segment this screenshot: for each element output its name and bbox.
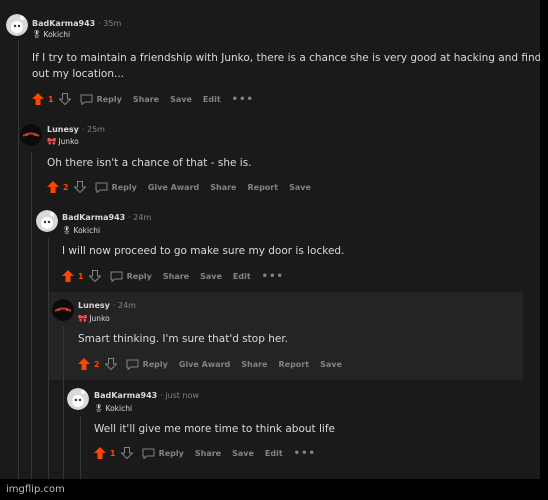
username[interactable]: BadKarma943 xyxy=(94,391,157,400)
user-flair: Junko xyxy=(89,314,110,323)
timestamp[interactable]: · just now xyxy=(160,391,199,400)
avatar[interactable] xyxy=(67,388,89,410)
more-options-icon[interactable]: ••• xyxy=(232,94,254,105)
reply-button[interactable]: Reply xyxy=(142,448,184,459)
comment-bubble-icon xyxy=(126,359,139,370)
vote-count: 1 xyxy=(48,94,54,104)
share-button[interactable]: Share xyxy=(241,360,267,369)
comment-bubble-icon xyxy=(110,271,123,282)
report-button[interactable]: Report xyxy=(247,183,278,192)
flair-icon: 🎀 xyxy=(47,137,57,146)
downvote-arrow-icon[interactable] xyxy=(73,181,86,193)
timestamp[interactable]: · 24m xyxy=(128,213,151,222)
downvote-arrow-icon[interactable] xyxy=(58,93,71,105)
thread-line xyxy=(63,326,64,479)
flair-icon: 🎀 xyxy=(78,314,88,323)
username[interactable]: BadKarma943 xyxy=(32,19,95,28)
avatar[interactable] xyxy=(36,210,58,232)
user-flair: Kokichi xyxy=(43,30,71,39)
share-button[interactable]: Share xyxy=(195,449,221,458)
user-flair: Kokichi xyxy=(105,404,133,413)
user-flair: Kokichi xyxy=(73,226,101,235)
thread-line xyxy=(80,416,81,479)
flair-icon: 🎖 xyxy=(32,30,42,39)
username[interactable]: BadKarma943 xyxy=(62,213,125,222)
reply-button[interactable]: Reply xyxy=(95,182,137,193)
upvote-arrow-icon[interactable] xyxy=(32,93,44,105)
save-button[interactable]: Save xyxy=(200,272,222,281)
edit-button[interactable]: Edit xyxy=(203,95,221,104)
vote-count: 2 xyxy=(63,182,69,192)
comment-text-line: If I try to maintain a friendship with J… xyxy=(32,52,540,64)
save-button[interactable]: Save xyxy=(320,360,342,369)
upvote-arrow-icon[interactable] xyxy=(62,270,74,282)
downvote-arrow-icon[interactable] xyxy=(120,447,133,459)
edit-button[interactable]: Edit xyxy=(233,272,251,281)
flair-icon: 🎖 xyxy=(94,404,104,413)
save-button[interactable]: Save xyxy=(232,449,254,458)
thread-line xyxy=(18,40,19,479)
more-options-icon[interactable]: ••• xyxy=(262,271,284,282)
flair-icon: 🎖 xyxy=(62,226,72,235)
comment-text-line: Oh there isn't a chance of that - she is… xyxy=(47,157,252,169)
reply-button[interactable]: Reply xyxy=(80,94,122,105)
more-options-icon[interactable]: ••• xyxy=(294,448,316,459)
comment-text-line: out my location... xyxy=(32,68,124,80)
comment-text-line: Smart thinking. I'm sure that'd stop her… xyxy=(78,333,289,345)
downvote-arrow-icon[interactable] xyxy=(88,270,101,282)
vote-count: 1 xyxy=(110,448,116,458)
comment-text-line: Well it'll give me more time to think ab… xyxy=(94,423,335,435)
share-button[interactable]: Share xyxy=(163,272,189,281)
watermark: imgflip.com xyxy=(6,484,65,495)
downvote-arrow-icon[interactable] xyxy=(104,358,117,370)
username[interactable]: Lunesy xyxy=(78,301,110,310)
upvote-arrow-icon[interactable] xyxy=(94,447,106,459)
avatar[interactable] xyxy=(6,14,28,36)
timestamp[interactable]: · 35m xyxy=(98,19,121,28)
comment-text-line: I will now proceed to go make sure my do… xyxy=(62,245,345,257)
comment-thread-panel: BadKarma943 · 35m 🎖 Kokichi If I try to ma… xyxy=(0,0,540,479)
save-button[interactable]: Save xyxy=(170,95,192,104)
report-button[interactable]: Report xyxy=(278,360,309,369)
thread-line xyxy=(31,152,32,479)
avatar[interactable] xyxy=(20,124,42,146)
thread-line xyxy=(48,238,49,479)
upvote-arrow-icon[interactable] xyxy=(78,358,90,370)
share-button[interactable]: Share xyxy=(133,95,159,104)
username[interactable]: Lunesy xyxy=(47,125,79,134)
save-button[interactable]: Save xyxy=(289,183,311,192)
user-flair: Junko xyxy=(58,137,79,146)
vote-count: 1 xyxy=(78,271,84,281)
vote-count: 2 xyxy=(94,359,100,369)
comment-bubble-icon xyxy=(142,448,155,459)
reply-button[interactable]: Reply xyxy=(126,359,168,370)
timestamp[interactable]: · 25m xyxy=(82,125,105,134)
reply-button[interactable]: Reply xyxy=(110,271,152,282)
timestamp[interactable]: · 24m xyxy=(113,301,136,310)
avatar[interactable] xyxy=(52,299,74,321)
upvote-arrow-icon[interactable] xyxy=(47,181,59,193)
share-button[interactable]: Share xyxy=(210,183,236,192)
give-award-button[interactable]: Give Award xyxy=(148,183,199,192)
edit-button[interactable]: Edit xyxy=(265,449,283,458)
give-award-button[interactable]: Give Award xyxy=(179,360,230,369)
comment-bubble-icon xyxy=(80,94,93,105)
comment-bubble-icon xyxy=(95,182,108,193)
